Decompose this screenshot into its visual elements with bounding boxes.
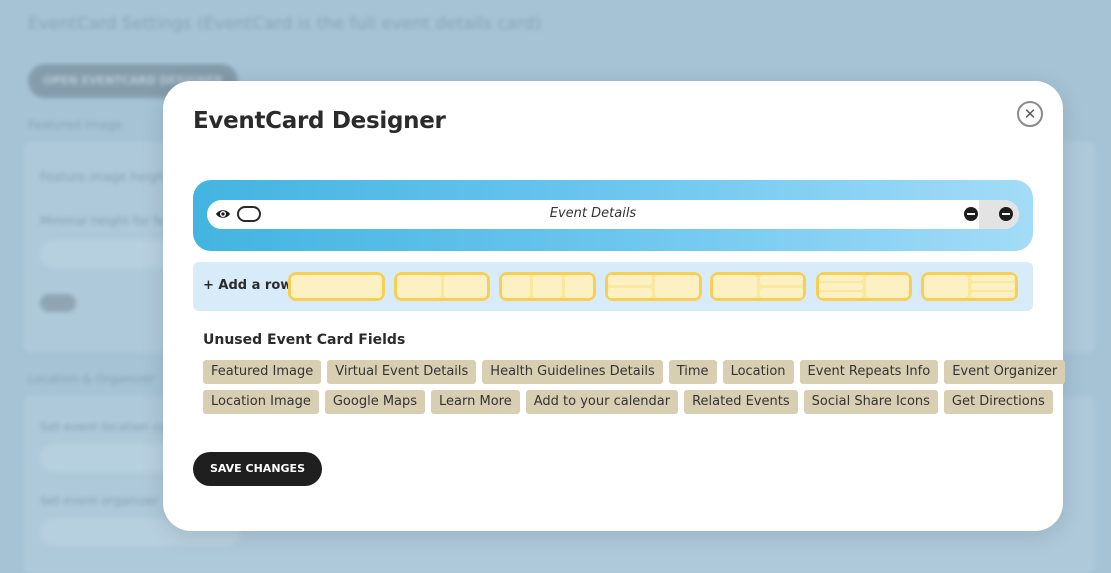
- bg-location-label: Location & Organizer: [28, 372, 155, 386]
- field-chip-add-to-calendar[interactable]: Add to your calendar: [525, 390, 679, 414]
- field-chip-related-events[interactable]: Related Events: [684, 390, 798, 414]
- field-chip-get-directions[interactable]: Get Directions: [943, 390, 1053, 414]
- layout-stacked-left[interactable]: [605, 272, 702, 301]
- layout-cell: [443, 275, 487, 298]
- field-chip-location-image[interactable]: Location Image: [203, 390, 319, 414]
- field-chip-learn-more[interactable]: Learn More: [431, 390, 520, 414]
- field-chip-virtual-event-details[interactable]: Virtual Event Details: [327, 360, 477, 384]
- bg-min-height-label: Minimal height for fe: [40, 214, 165, 228]
- field-chip-event-organizer[interactable]: Event Organizer: [944, 360, 1066, 384]
- designer-row-event-details[interactable]: Event Details: [207, 200, 1019, 229]
- bg-set-location-label: Set event location ca: [40, 420, 167, 434]
- layout-triple-stack-right[interactable]: [921, 272, 1018, 301]
- layout-cell: [397, 275, 441, 298]
- layout-cell: [819, 291, 863, 298]
- layout-cell: [713, 275, 757, 298]
- layout-cell: [533, 275, 562, 298]
- layout-cell: [865, 275, 909, 298]
- layout-cell: [971, 275, 1015, 282]
- layout-one-column[interactable]: [288, 272, 385, 301]
- bg-title: EventCard Settings (EventCard is the ful…: [28, 14, 542, 34]
- field-chip-featured-image[interactable]: Featured Image: [203, 360, 322, 384]
- close-icon[interactable]: ✕: [1017, 101, 1043, 127]
- field-chip-health-guidelines[interactable]: Health Guidelines Details: [482, 360, 663, 384]
- layout-cell: [759, 275, 803, 285]
- unused-fields-list: Featured Image Virtual Event Details Hea…: [203, 360, 1066, 420]
- layout-stacked-right[interactable]: [710, 272, 806, 301]
- layout-cell: [924, 275, 968, 298]
- field-chip-social-share-icons[interactable]: Social Share Icons: [803, 390, 938, 414]
- chip-row-2: Location Image Google Maps Learn More Ad…: [203, 390, 1053, 414]
- field-chip-location[interactable]: Location: [722, 360, 794, 384]
- field-chip-event-repeats-info[interactable]: Event Repeats Info: [799, 360, 939, 384]
- field-chip-time[interactable]: Time: [668, 360, 717, 384]
- add-row-panel: + Add a row: [193, 262, 1033, 311]
- bg-set-organizer-label: Set event organizer: [40, 494, 159, 508]
- layout-cell: [971, 291, 1015, 298]
- remove-field-icon[interactable]: [964, 207, 978, 221]
- layout-cell: [608, 288, 652, 298]
- eventcard-designer-modal: EventCard Designer ✕ Event Details + Add…: [163, 81, 1066, 531]
- layout-stack: [819, 275, 863, 298]
- layout-two-columns[interactable]: [394, 272, 490, 301]
- field-chip-google-maps[interactable]: Google Maps: [324, 390, 426, 414]
- bg-feature-field-label: Feature image height: [40, 170, 169, 184]
- layout-cell: [564, 275, 593, 298]
- row-field-label: Event Details: [549, 206, 637, 221]
- layout-cell: [819, 275, 863, 282]
- unused-fields-title: Unused Event Card Fields: [203, 332, 406, 348]
- layout-stack: [971, 275, 1015, 298]
- layout-stack: [608, 275, 652, 298]
- layout-three-columns[interactable]: [499, 272, 596, 301]
- layout-cell: [759, 288, 803, 298]
- layout-cell: [502, 275, 531, 298]
- layout-cell: [971, 283, 1015, 290]
- layout-cell: [655, 275, 699, 298]
- layout-stack: [759, 275, 803, 298]
- layout-cell: [819, 283, 863, 290]
- chip-row-1: Featured Image Virtual Event Details Hea…: [203, 360, 1066, 384]
- modal-title: EventCard Designer: [193, 108, 446, 134]
- save-changes-button[interactable]: SAVE CHANGES: [193, 452, 322, 486]
- bg-featured-label: Featured Image: [28, 118, 123, 132]
- add-row-label: + Add a row: [203, 278, 293, 293]
- bg-toggle: [40, 294, 76, 312]
- remove-row-icon[interactable]: [999, 207, 1013, 221]
- designer-canvas: Event Details: [193, 180, 1033, 251]
- layout-triple-stack-left[interactable]: [816, 272, 912, 301]
- layout-cell: [291, 275, 382, 298]
- layout-cell: [608, 275, 652, 285]
